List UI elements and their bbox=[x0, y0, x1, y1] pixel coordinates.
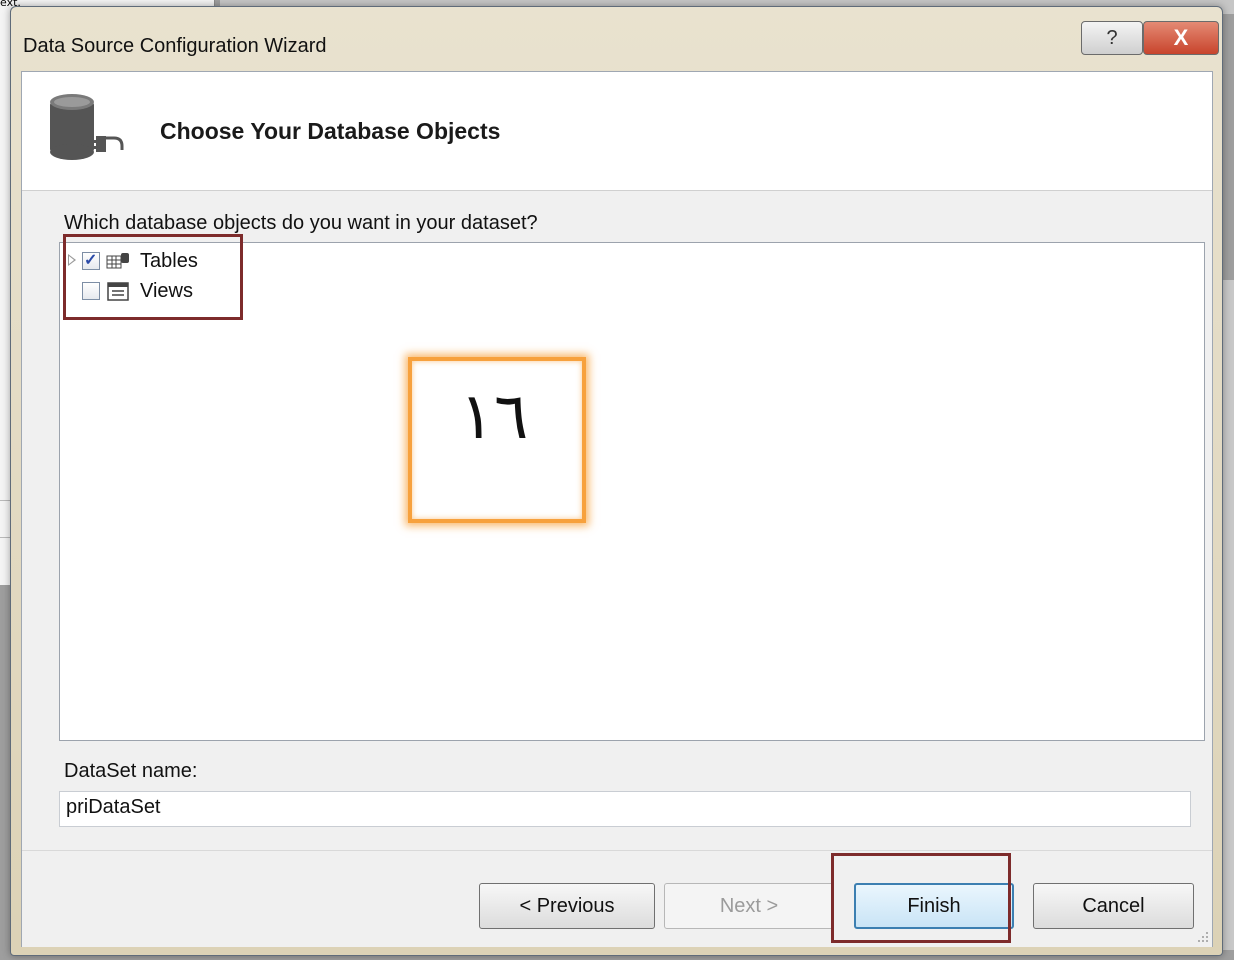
next-button[interactable]: Next > bbox=[664, 883, 834, 929]
title-bar[interactable]: Data Source Configuration Wizard ? X bbox=[11, 7, 1222, 71]
resize-grip-icon[interactable] bbox=[1196, 930, 1210, 944]
help-button[interactable]: ? bbox=[1081, 21, 1143, 55]
finish-highlight-box bbox=[831, 853, 1011, 943]
wizard-content: Choose Your Database Objects Which datab… bbox=[21, 71, 1213, 947]
tree-highlight-box bbox=[63, 234, 243, 320]
dataset-name-label: DataSet name: bbox=[64, 760, 198, 782]
previous-button[interactable]: < Previous bbox=[479, 883, 655, 929]
dataset-name-input[interactable]: priDataSet bbox=[59, 791, 1191, 827]
page-title: Choose Your Database Objects bbox=[160, 118, 501, 144]
database-icon bbox=[50, 94, 124, 160]
cancel-button[interactable]: Cancel bbox=[1033, 883, 1194, 929]
wizard-dialog: Data Source Configuration Wizard ? X Cho… bbox=[10, 6, 1223, 956]
annotation-number: ١٦ bbox=[459, 380, 529, 454]
question-label: Which database objects do you want in yo… bbox=[64, 212, 538, 234]
window-title: Data Source Configuration Wizard bbox=[23, 35, 327, 57]
close-button[interactable]: X bbox=[1143, 21, 1219, 55]
wizard-header: Choose Your Database Objects bbox=[22, 72, 1212, 191]
